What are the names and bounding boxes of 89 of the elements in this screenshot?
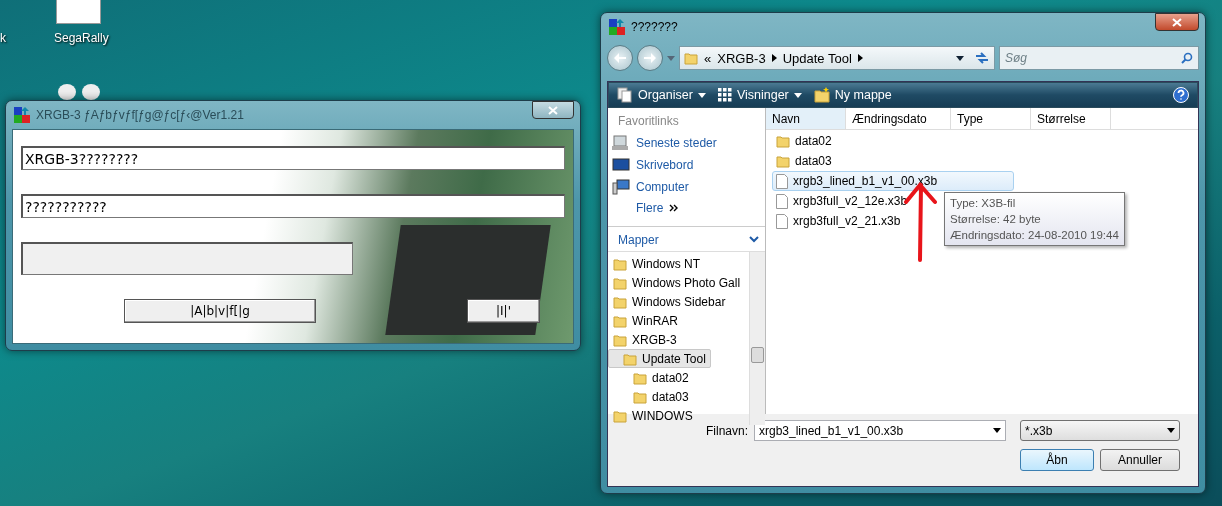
folder-icon (684, 51, 698, 65)
desktop-app-icon (55, 82, 103, 100)
folder-icon (613, 332, 627, 347)
caret-icon (993, 428, 1001, 433)
search-icon (1181, 52, 1193, 64)
caret-icon (793, 92, 802, 98)
text-field[interactable]: ??????????? (21, 194, 565, 218)
computer-icon (612, 179, 630, 195)
folder-icon (633, 389, 647, 404)
pages-icon (617, 87, 633, 103)
address-bar[interactable]: « XRGB-3 Update Tool (679, 46, 995, 70)
window-title: ??????? (631, 20, 678, 34)
caret-icon (667, 55, 675, 61)
file-icon (776, 213, 788, 229)
tree-item[interactable]: Windows NT (608, 254, 705, 273)
file-row[interactable]: xrgb3_lined_b1_v1_00.x3b (772, 171, 1014, 191)
file-row[interactable]: data03 (772, 151, 1014, 171)
chevron-down-icon[interactable] (749, 235, 759, 243)
monitor-icon (612, 157, 630, 173)
cancel-button[interactable]: Annuller (1100, 449, 1180, 471)
toolbar-button[interactable]: Ny mappe (813, 87, 892, 103)
forward-button[interactable] (637, 45, 663, 71)
file-row[interactable]: data02 (772, 131, 1014, 151)
close-icon (1172, 17, 1182, 27)
desktop-icon-label: SegaRally (54, 31, 109, 45)
window-title: XRGB-3 ƒAƒbƒvƒf[ƒg@ƒc[ƒ‹@Ver1.21 (36, 108, 244, 122)
recent-places-icon (612, 135, 630, 151)
nav-link[interactable]: Computer (608, 176, 765, 198)
file-icon (776, 193, 788, 209)
desktop-icon-label: k (0, 31, 6, 45)
dialog-button[interactable]: |A|b|v|f[|g (124, 299, 316, 323)
breadcrumb-item[interactable]: Update Tool (782, 50, 852, 66)
arrow-left-icon (614, 53, 626, 63)
grid-icon (717, 88, 732, 102)
column-header[interactable]: Navn (766, 108, 846, 129)
chevron-icon (857, 54, 863, 62)
close-button[interactable] (532, 101, 574, 119)
tree-item[interactable]: WinRAR (608, 311, 683, 330)
folder-icon (633, 370, 647, 385)
close-button[interactable] (1155, 13, 1199, 31)
tree-item[interactable]: Windows Sidebar (608, 292, 731, 311)
app-icon (14, 107, 30, 123)
tooltip-line: Type: X3B-fil (950, 196, 1017, 211)
scrollbar[interactable] (749, 252, 765, 425)
filename-field[interactable]: xrgb3_lined_b1_v1_00.x3b (754, 420, 1006, 441)
close-icon (548, 105, 558, 115)
folder-icon (613, 313, 627, 328)
toolbar-button[interactable]: Organiser (617, 87, 706, 103)
back-button[interactable] (607, 45, 633, 71)
section-heading: Favoritlinks (617, 113, 680, 130)
app-icon (609, 19, 625, 35)
chevron-icon (771, 54, 777, 62)
folder-icon (776, 134, 790, 148)
more-link[interactable]: Flere (608, 198, 765, 218)
tree-item[interactable]: WINDOWS (608, 406, 698, 425)
search-field[interactable]: Søg (999, 46, 1199, 70)
breadcrumb-item[interactable]: XRGB-3 (717, 50, 766, 66)
dialog-button[interactable]: |I|' (467, 299, 540, 323)
filter-dropdown[interactable]: *.x3b (1020, 420, 1180, 441)
refresh-icon[interactable] (974, 51, 990, 65)
tooltip-line: Ændringsdato: 24-08-2010 19:44 (950, 228, 1119, 243)
new-folder-icon (813, 87, 830, 103)
tree-item[interactable]: data03 (608, 387, 694, 406)
folder-icon (613, 408, 627, 423)
folder-icon (613, 275, 627, 290)
chevrons-icon (669, 204, 679, 212)
text-field[interactable]: XRGB-3???????? (21, 146, 565, 170)
toolbar-button[interactable]: Visninger (717, 88, 802, 102)
folder-icon (623, 351, 637, 366)
field-label: Filnavn: (705, 423, 748, 438)
nav-link[interactable]: Skrivebord (608, 154, 765, 176)
breadcrumb-overflow[interactable]: « (704, 50, 712, 66)
open-button[interactable]: Åbn (1020, 449, 1094, 471)
tree-item[interactable]: Update Tool (608, 349, 711, 368)
tooltip-line: Størrelse: 42 byte (950, 212, 1042, 227)
folder-icon (776, 154, 790, 168)
help-icon[interactable] (1173, 87, 1189, 103)
tree-item[interactable]: XRGB-3 (608, 330, 682, 349)
caret-icon (1167, 428, 1175, 433)
caret-icon (697, 92, 706, 98)
caret-icon (956, 55, 964, 61)
section-heading[interactable]: Mapper (608, 227, 669, 251)
file-icon (776, 173, 788, 189)
folder-icon (613, 256, 627, 271)
nav-link[interactable]: Seneste steder (608, 132, 765, 154)
tree-item[interactable]: Windows Photo Gall (608, 273, 746, 292)
arrow-right-icon (644, 53, 656, 63)
folder-icon (613, 294, 627, 309)
tree-item[interactable]: data02 (608, 368, 694, 387)
